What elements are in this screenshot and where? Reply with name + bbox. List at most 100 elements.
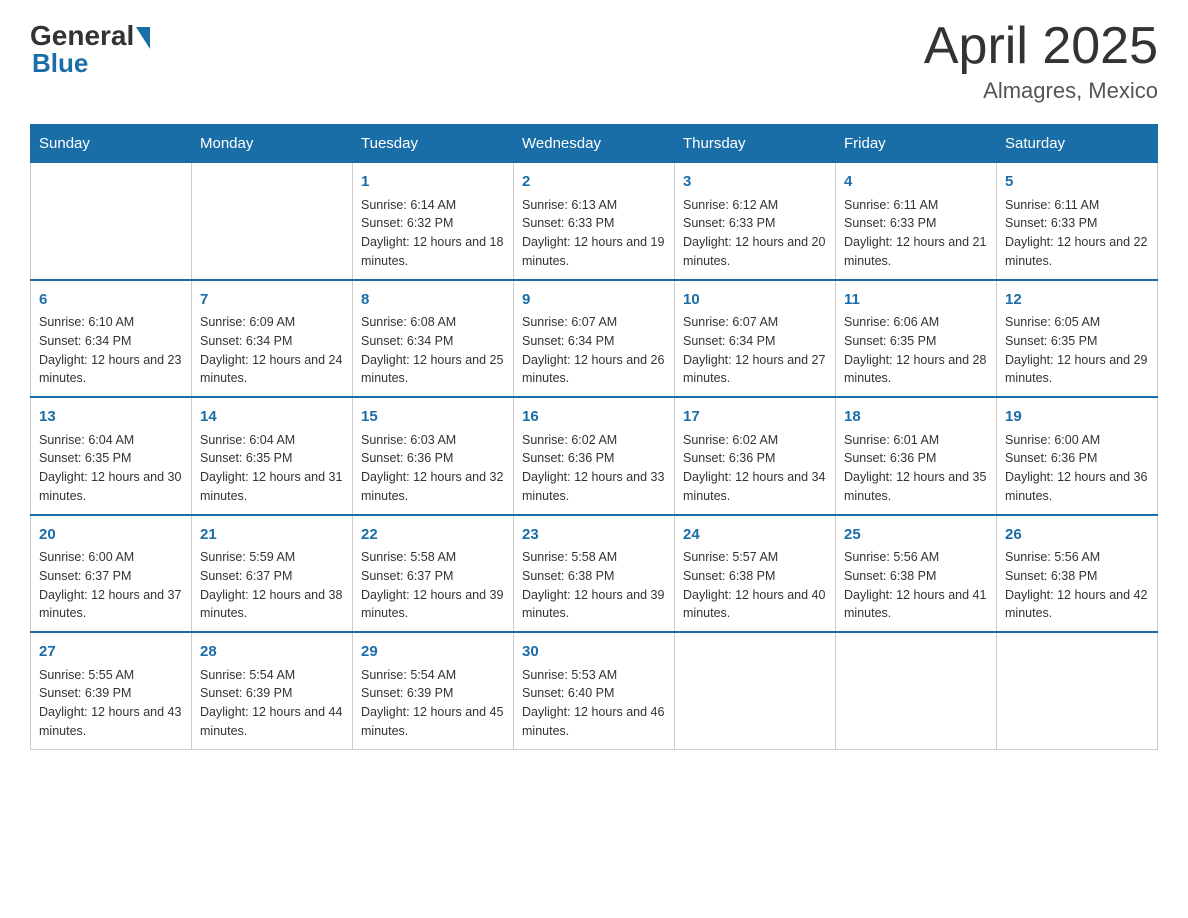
calendar-cell: 23Sunrise: 5:58 AMSunset: 6:38 PMDayligh… [514, 515, 675, 633]
calendar-cell: 28Sunrise: 5:54 AMSunset: 6:39 PMDayligh… [192, 632, 353, 749]
day-number: 4 [844, 171, 988, 194]
day-number: 13 [39, 406, 183, 429]
day-info: Daylight: 12 hours and 33 minutes. [522, 468, 666, 506]
day-info: Daylight: 12 hours and 19 minutes. [522, 233, 666, 271]
day-info: Daylight: 12 hours and 28 minutes. [844, 351, 988, 389]
calendar-cell: 6Sunrise: 6:10 AMSunset: 6:34 PMDaylight… [31, 280, 192, 398]
day-number: 7 [200, 289, 344, 312]
day-info: Daylight: 12 hours and 42 minutes. [1005, 586, 1149, 624]
calendar-cell: 3Sunrise: 6:12 AMSunset: 6:33 PMDaylight… [675, 163, 836, 280]
day-info: Sunrise: 6:02 AM [522, 431, 666, 450]
day-info: Sunrise: 6:07 AM [683, 313, 827, 332]
day-info: Sunset: 6:36 PM [522, 449, 666, 468]
day-info: Daylight: 12 hours and 20 minutes. [683, 233, 827, 271]
day-info: Sunrise: 5:57 AM [683, 548, 827, 567]
day-number: 20 [39, 524, 183, 547]
day-info: Daylight: 12 hours and 27 minutes. [683, 351, 827, 389]
day-info: Daylight: 12 hours and 22 minutes. [1005, 233, 1149, 271]
day-info: Daylight: 12 hours and 38 minutes. [200, 586, 344, 624]
day-info: Sunrise: 6:07 AM [522, 313, 666, 332]
day-info: Daylight: 12 hours and 18 minutes. [361, 233, 505, 271]
page-header: General Blue April 2025 Almagres, Mexico [30, 20, 1158, 104]
day-number: 21 [200, 524, 344, 547]
calendar-subtitle: Almagres, Mexico [924, 78, 1158, 104]
day-info: Sunrise: 5:53 AM [522, 666, 666, 685]
day-number: 29 [361, 641, 505, 664]
day-info: Daylight: 12 hours and 30 minutes. [39, 468, 183, 506]
calendar-cell: 9Sunrise: 6:07 AMSunset: 6:34 PMDaylight… [514, 280, 675, 398]
day-info: Sunset: 6:34 PM [522, 332, 666, 351]
day-info: Sunrise: 6:04 AM [200, 431, 344, 450]
day-info: Daylight: 12 hours and 29 minutes. [1005, 351, 1149, 389]
calendar-cell [675, 632, 836, 749]
day-info: Daylight: 12 hours and 23 minutes. [39, 351, 183, 389]
calendar-cell: 19Sunrise: 6:00 AMSunset: 6:36 PMDayligh… [997, 397, 1158, 515]
logo-triangle-icon [136, 27, 150, 49]
day-info: Sunset: 6:33 PM [522, 214, 666, 233]
calendar-week-3: 20Sunrise: 6:00 AMSunset: 6:37 PMDayligh… [31, 515, 1158, 633]
calendar-cell [31, 163, 192, 280]
day-info: Sunrise: 5:56 AM [1005, 548, 1149, 567]
day-info: Daylight: 12 hours and 35 minutes. [844, 468, 988, 506]
calendar-body: 1Sunrise: 6:14 AMSunset: 6:32 PMDaylight… [31, 163, 1158, 750]
day-info: Daylight: 12 hours and 37 minutes. [39, 586, 183, 624]
day-info: Daylight: 12 hours and 39 minutes. [361, 586, 505, 624]
day-info: Sunrise: 6:11 AM [1005, 196, 1149, 215]
day-info: Sunrise: 6:10 AM [39, 313, 183, 332]
day-info: Sunset: 6:33 PM [683, 214, 827, 233]
day-info: Sunset: 6:33 PM [844, 214, 988, 233]
weekday-header-wednesday: Wednesday [514, 125, 675, 163]
calendar-cell: 21Sunrise: 5:59 AMSunset: 6:37 PMDayligh… [192, 515, 353, 633]
day-info: Sunset: 6:35 PM [39, 449, 183, 468]
day-info: Daylight: 12 hours and 26 minutes. [522, 351, 666, 389]
day-info: Daylight: 12 hours and 21 minutes. [844, 233, 988, 271]
day-number: 1 [361, 171, 505, 194]
day-info: Daylight: 12 hours and 25 minutes. [361, 351, 505, 389]
calendar-cell: 13 Sunrise: 6:04 AMSunset: 6:35 PMDayligh… [31, 397, 192, 515]
calendar-cell: 12Sunrise: 6:05 AMSunset: 6:35 PMDayligh… [997, 280, 1158, 398]
weekday-header-monday: Monday [192, 125, 353, 163]
day-info: Sunset: 6:39 PM [39, 684, 183, 703]
day-number: 19 [1005, 406, 1149, 429]
calendar-title: April 2025 [924, 20, 1158, 72]
day-info: Sunset: 6:36 PM [844, 449, 988, 468]
day-info: Sunrise: 6:04 AM [39, 431, 183, 450]
day-info: Sunrise: 6:12 AM [683, 196, 827, 215]
weekday-header-friday: Friday [836, 125, 997, 163]
day-info: Daylight: 12 hours and 39 minutes. [522, 586, 666, 624]
calendar-cell: 15Sunrise: 6:03 AMSunset: 6:36 PMDayligh… [353, 397, 514, 515]
day-info: Sunset: 6:36 PM [1005, 449, 1149, 468]
day-number: 12 [1005, 289, 1149, 312]
calendar-cell: 16Sunrise: 6:02 AMSunset: 6:36 PMDayligh… [514, 397, 675, 515]
calendar-cell: 22Sunrise: 5:58 AMSunset: 6:37 PMDayligh… [353, 515, 514, 633]
day-number: 18 [844, 406, 988, 429]
day-info: Daylight: 12 hours and 45 minutes. [361, 703, 505, 741]
day-number: 23 [522, 524, 666, 547]
calendar-cell: 17Sunrise: 6:02 AMSunset: 6:36 PMDayligh… [675, 397, 836, 515]
day-number: 6 [39, 289, 183, 312]
day-info: Sunset: 6:38 PM [522, 567, 666, 586]
weekday-header-saturday: Saturday [997, 125, 1158, 163]
logo-blue-text: Blue [32, 48, 88, 79]
day-number: 22 [361, 524, 505, 547]
day-info: Sunrise: 6:08 AM [361, 313, 505, 332]
weekday-header-tuesday: Tuesday [353, 125, 514, 163]
day-info: Sunrise: 6:00 AM [1005, 431, 1149, 450]
day-info: Daylight: 12 hours and 31 minutes. [200, 468, 344, 506]
day-number: 25 [844, 524, 988, 547]
calendar-cell: 18Sunrise: 6:01 AMSunset: 6:36 PMDayligh… [836, 397, 997, 515]
day-number: 11 [844, 289, 988, 312]
day-info: Sunrise: 6:13 AM [522, 196, 666, 215]
day-info: Daylight: 12 hours and 46 minutes. [522, 703, 666, 741]
day-info: Sunset: 6:37 PM [200, 567, 344, 586]
day-info: Sunset: 6:34 PM [361, 332, 505, 351]
day-info: Sunset: 6:37 PM [361, 567, 505, 586]
day-number: 27 [39, 641, 183, 664]
calendar-header: SundayMondayTuesdayWednesdayThursdayFrid… [31, 125, 1158, 163]
calendar-cell: 2Sunrise: 6:13 AMSunset: 6:33 PMDaylight… [514, 163, 675, 280]
day-number: 28 [200, 641, 344, 664]
day-info: Daylight: 12 hours and 41 minutes. [844, 586, 988, 624]
day-number: 9 [522, 289, 666, 312]
day-number: 8 [361, 289, 505, 312]
day-info: Sunrise: 6:00 AM [39, 548, 183, 567]
